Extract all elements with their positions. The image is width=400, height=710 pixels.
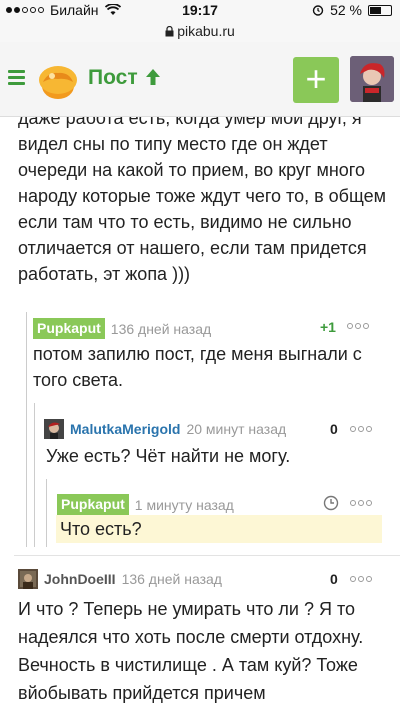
comment-text: Что есть? xyxy=(60,519,142,539)
author-name[interactable]: Pupkaput xyxy=(57,494,129,515)
comment-age: 136 дней назад xyxy=(121,571,222,587)
comment-score: +1 xyxy=(320,319,336,335)
status-right: 52 % xyxy=(312,2,392,18)
alarm-icon xyxy=(312,5,324,16)
thread-line xyxy=(46,479,47,547)
pikabu-logo[interactable] xyxy=(36,58,80,102)
author-name[interactable]: Pupkaput xyxy=(33,318,105,339)
battery-icon xyxy=(368,4,392,16)
status-bar: Билайн 19:17 52 % xyxy=(0,0,400,20)
more-options-icon[interactable] xyxy=(350,576,372,582)
more-options-icon[interactable] xyxy=(347,323,369,329)
comment-header: Pupkaput 1 минуту назад xyxy=(57,494,234,515)
user-avatar-button[interactable] xyxy=(350,56,394,102)
comment-header: MalutkaMerigold 20 минут назад xyxy=(44,419,286,439)
divider xyxy=(14,555,400,556)
comment-age: 20 минут назад xyxy=(186,421,287,437)
thread-line xyxy=(26,312,27,547)
url-bar[interactable]: pikabu.ru xyxy=(0,20,400,42)
comment-text: даже работа есть, когда умер мой друг, я… xyxy=(18,117,386,284)
page-title: Пост xyxy=(88,66,138,89)
avatar xyxy=(18,569,38,589)
add-post-button[interactable]: + xyxy=(293,57,339,103)
comment-text: И что ? Теперь не умирать что ли ? Я то … xyxy=(18,599,364,703)
clock-icon xyxy=(323,495,339,511)
thread-line xyxy=(34,403,35,547)
menu-icon[interactable] xyxy=(8,70,25,88)
avatar xyxy=(350,56,394,102)
comment-score: 0 xyxy=(330,421,338,437)
author-name[interactable]: MalutkaMerigold xyxy=(70,421,180,437)
battery-percent: 52 % xyxy=(330,2,362,18)
comment-header: Pupkaput 136 дней назад xyxy=(33,318,211,339)
comment-age: 1 минуту назад xyxy=(134,496,234,513)
comment-text: потом запилю пост, где меня выгнали с то… xyxy=(33,344,362,390)
app-header: Пост + xyxy=(0,42,400,117)
avatar xyxy=(44,419,64,439)
comments-area: даже работа есть, когда умер мой друг, я… xyxy=(0,117,400,710)
url-text: pikabu.ru xyxy=(177,23,235,39)
more-options-icon[interactable] xyxy=(350,500,372,506)
comment-age: 136 дней назад xyxy=(110,320,212,337)
author-name[interactable]: JohnDoeIII xyxy=(44,571,116,587)
more-options-icon[interactable] xyxy=(350,426,372,432)
comment-text: Уже есть? Чёт найти не могу. xyxy=(46,446,291,466)
comment-score: 0 xyxy=(330,571,338,587)
comment-header: JohnDoeIII 136 дней назад xyxy=(18,569,222,589)
lock-icon xyxy=(165,25,174,37)
up-arrow-icon[interactable] xyxy=(144,67,162,87)
